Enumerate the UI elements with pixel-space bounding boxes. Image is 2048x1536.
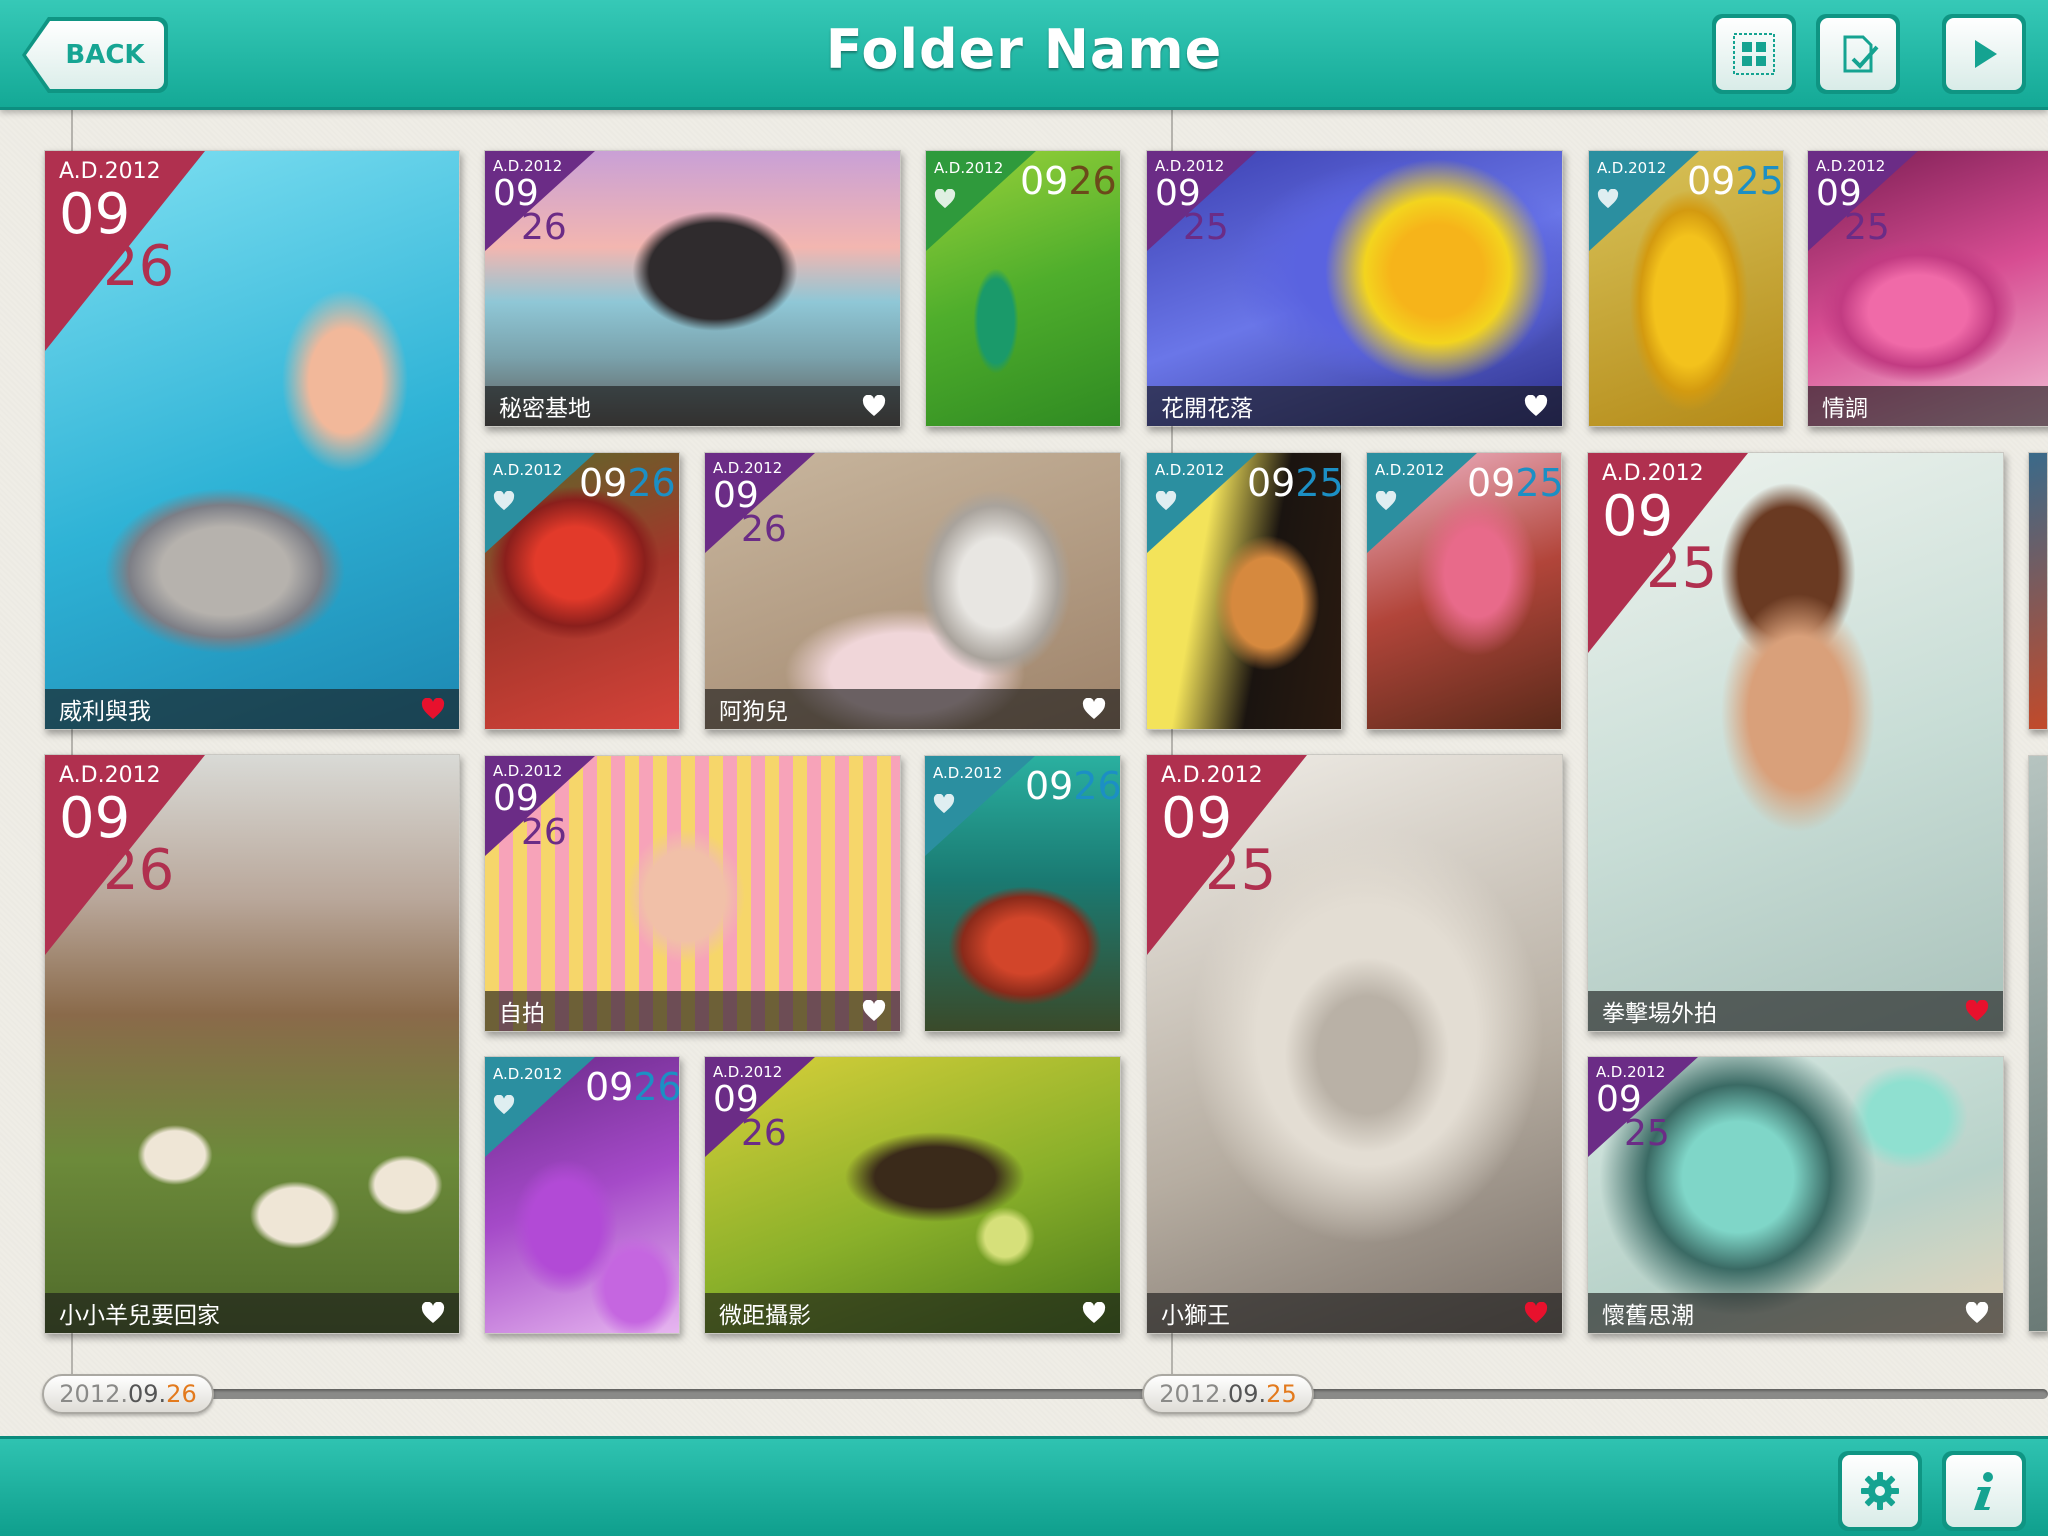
heart-icon[interactable] [1524,395,1548,417]
heart-icon[interactable] [1597,189,1619,209]
date-label: A.D.2012 09 26 [713,1063,787,1154]
photo-card[interactable]: A.D.2012 09 26 秘密基地 [484,150,901,427]
heart-icon[interactable] [934,189,956,209]
photo-caption: 秘密基地 [499,396,591,422]
caption-bar: 自拍 [485,991,900,1031]
caption-bar: 阿狗兒 [705,689,1120,729]
photo-card[interactable]: A.D.2012 09 26 威利與我 [44,150,460,730]
photo-card[interactable] [2028,755,2048,1332]
photo-card[interactable]: A.D.2012 09 26 阿狗兒 [704,452,1121,730]
heart-icon[interactable] [1082,698,1106,720]
settings-button[interactable] [1838,1451,1922,1531]
grid-view-button[interactable] [1712,14,1796,94]
heart-icon[interactable] [1155,491,1177,511]
photo-thumbnail [2029,453,2047,729]
photo-card[interactable]: A.D.2012 0925 [1366,452,1562,730]
photo-caption: 自拍 [499,1001,545,1027]
heart-icon[interactable] [862,395,886,417]
photo-card[interactable]: A.D.2012 0925 [1588,150,1784,427]
photo-caption: 情調 [1822,396,1868,422]
caption-bar: 小獅王 [1147,1293,1562,1333]
photo-caption: 小小羊兒要回家 [59,1303,220,1329]
caption-bar: 花開花落 [1147,386,1562,426]
date-label: A.D.2012 09 26 [59,763,175,903]
info-icon [1974,1472,1993,1510]
photo-card[interactable]: A.D.2012 0926 [925,150,1121,427]
heart-icon[interactable] [421,698,445,720]
photo-caption: 小獅王 [1161,1303,1230,1329]
photo-card[interactable]: A.D.2012 0926 [484,1056,680,1334]
date-label: A.D.2012 09 25 [1602,461,1718,601]
timeline-track[interactable] [200,1389,2048,1399]
select-check-icon [1843,35,1879,73]
heart-icon[interactable] [493,491,515,511]
heart-icon[interactable] [1965,1302,1989,1324]
caption-bar: 懷舊思潮 [1588,1293,2003,1333]
photo-caption: 懷舊思潮 [1602,1303,1694,1329]
photo-card[interactable]: A.D.2012 09 26 小小羊兒要回家 [44,754,460,1334]
caption-bar: 微距攝影 [705,1293,1120,1333]
photo-thumbnail [2029,756,2047,1331]
date-label: A.D.2012 09 26 [493,157,567,248]
heart-icon[interactable] [1082,1302,1106,1324]
photo-card[interactable] [2028,452,2048,730]
timeline-date-pill[interactable]: 2012. 09. 26 [42,1374,214,1414]
photo-card[interactable]: A.D.2012 09 25 小獅王 [1146,754,1563,1334]
date-label: A.D.2012 09 25 [1596,1063,1670,1154]
heart-icon[interactable] [421,1302,445,1324]
photo-caption: 阿狗兒 [719,699,788,725]
bottom-bar [0,1436,2048,1536]
heart-icon[interactable] [862,1000,886,1022]
photo-card[interactable]: A.D.2012 0926 [924,755,1121,1032]
timeline-date-pill[interactable]: 2012. 09. 25 [1142,1374,1314,1414]
photo-caption: 花開花落 [1161,396,1253,422]
gear-icon [1861,1472,1899,1510]
date-label: A.D.2012 09 25 [1161,763,1277,903]
play-button[interactable] [1942,14,2026,94]
photo-card[interactable]: A.D.2012 09 26 自拍 [484,755,901,1032]
date-label: A.D.2012 09 25 [1816,157,1890,248]
play-icon [1975,40,1997,68]
photo-card[interactable]: A.D.2012 09 26 微距攝影 [704,1056,1121,1334]
caption-bar: 小小羊兒要回家 [45,1293,459,1333]
caption-bar: 拳擊場外拍 [1588,991,2003,1031]
heart-icon[interactable] [1375,491,1397,511]
heart-icon[interactable] [1965,1000,1989,1022]
date-label: A.D.2012 09 25 [1155,157,1229,248]
photo-card[interactable]: A.D.2012 09 25 懷舊思潮 [1587,1056,2004,1334]
photo-caption: 微距攝影 [719,1303,811,1329]
photo-caption: 拳擊場外拍 [1602,1001,1717,1027]
caption-bar: 秘密基地 [485,386,900,426]
select-button[interactable] [1816,14,1900,94]
photo-caption: 威利與我 [59,699,151,725]
date-label: A.D.2012 09 26 [493,762,567,853]
heart-icon[interactable] [1524,1302,1548,1324]
photo-card[interactable]: A.D.2012 09 25 拳擊場外拍 [1587,452,2004,1032]
photo-card[interactable]: A.D.2012 09 25 花開花落 [1146,150,1563,427]
caption-bar: 威利與我 [45,689,459,729]
caption-bar: 情調 [1808,386,2048,426]
photo-card[interactable]: A.D.2012 0926 [484,452,680,730]
date-label: A.D.2012 09 26 [59,159,175,299]
photo-card[interactable]: A.D.2012 09 25 情調 [1807,150,2048,427]
date-label: A.D.2012 09 26 [713,459,787,550]
grid-view-icon [1733,33,1775,75]
photo-card[interactable]: A.D.2012 0925 [1146,452,1342,730]
heart-icon[interactable] [493,1095,515,1115]
info-button[interactable] [1942,1451,2026,1531]
heart-icon[interactable] [933,794,955,814]
top-bar: BACK Folder Name [0,0,2048,110]
